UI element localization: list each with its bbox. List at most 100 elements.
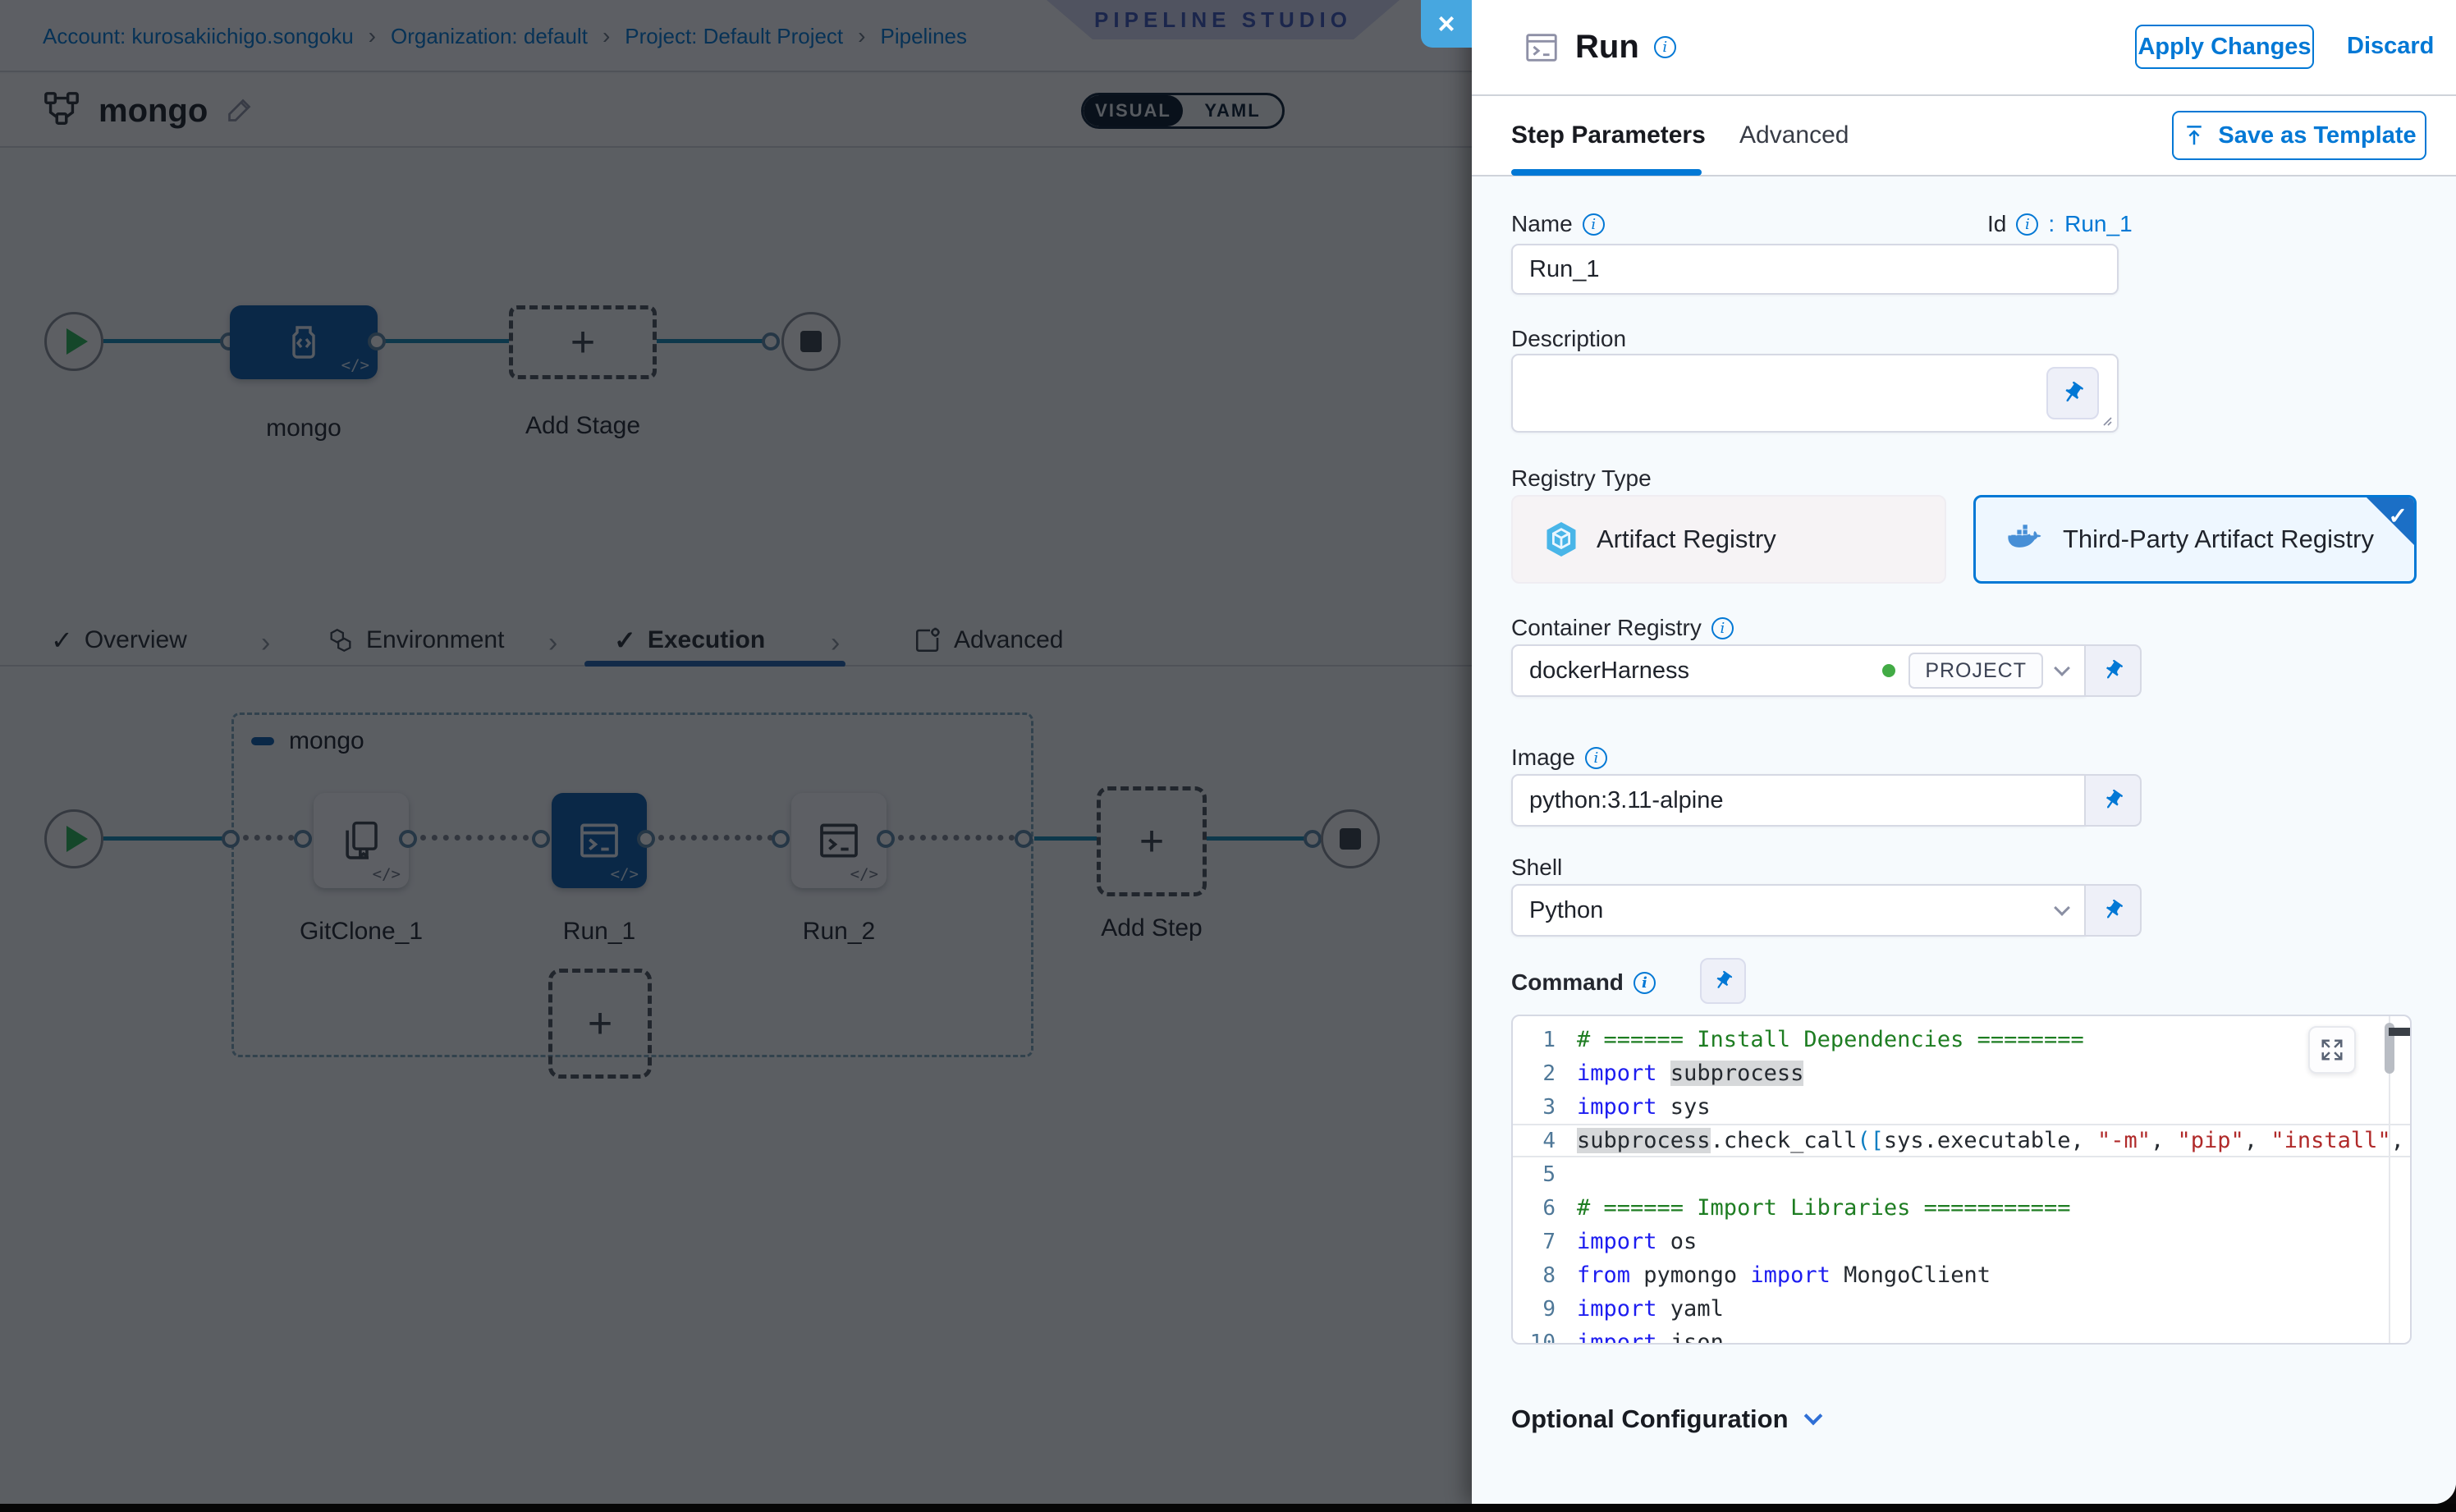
image-input[interactable]: python:3.11-alpine xyxy=(1511,774,2086,827)
line-number: 8 xyxy=(1513,1263,1577,1288)
command-label: Command i xyxy=(1511,969,1656,996)
code-line-7[interactable]: 7import os xyxy=(1513,1225,2410,1258)
screen-bottom-bar xyxy=(0,1504,2456,1512)
pin-icon xyxy=(2097,785,2129,817)
line-number: 4 xyxy=(1513,1129,1577,1153)
pin-input-type-button[interactable] xyxy=(1700,958,1746,1004)
scope-badge: PROJECT xyxy=(1908,653,2043,689)
code-line-2[interactable]: 2import subprocess xyxy=(1513,1056,2410,1090)
line-number: 9 xyxy=(1513,1297,1577,1322)
chevron-down-icon xyxy=(1803,1407,1822,1426)
code-line-8[interactable]: 8from pymongo import MongoClient xyxy=(1513,1258,2410,1292)
line-number: 6 xyxy=(1513,1196,1577,1221)
line-content: subprocess.check_call([sys.executable, "… xyxy=(1577,1128,2404,1153)
pin-input-type-button[interactable] xyxy=(2086,644,2142,697)
code-line-5[interactable]: 5 xyxy=(1513,1157,2410,1191)
step-config-drawer: × Run i Apply Changes Discard Step Param… xyxy=(1472,0,2456,1504)
line-content: import sys xyxy=(1577,1094,1711,1120)
info-icon[interactable]: i xyxy=(1711,617,1734,639)
connector-status-dot xyxy=(1882,664,1895,677)
registry-option-artifact[interactable]: Artifact Registry xyxy=(1511,495,1946,584)
code-line-6[interactable]: 6# ====== Import Libraries =========== xyxy=(1513,1191,2410,1225)
container-registry-field[interactable]: dockerHarness PROJECT xyxy=(1511,644,2086,697)
selected-check-icon: ✓ xyxy=(2389,502,2408,529)
close-drawer-button[interactable]: × xyxy=(1421,0,1472,48)
pipeline-editor-pane: Account: kurosakiichigo.songoku › Organi… xyxy=(0,0,1472,1504)
shell-value: Python xyxy=(1529,897,1603,924)
apply-changes-button[interactable]: Apply Changes xyxy=(2135,25,2314,69)
save-as-template-button[interactable]: Save as Template xyxy=(2172,111,2426,160)
discard-button[interactable]: Discard xyxy=(2347,33,2434,60)
line-number: 3 xyxy=(1513,1095,1577,1120)
info-icon[interactable]: i xyxy=(1654,36,1676,58)
id-display: Id i : Run_1 xyxy=(1987,211,2133,237)
code-lines: 1# ====== Install Dependencies ========2… xyxy=(1513,1016,2410,1345)
code-line-1[interactable]: 1# ====== Install Dependencies ======== xyxy=(1513,1023,2410,1056)
resize-handle[interactable] xyxy=(2099,413,2112,426)
pin-icon xyxy=(2097,895,2129,927)
save-template-icon xyxy=(2182,123,2206,148)
pin-input-type-button[interactable] xyxy=(2086,884,2142,937)
pin-icon xyxy=(1708,966,1738,996)
docker-icon xyxy=(2007,524,2045,555)
line-content: import yaml xyxy=(1577,1296,1724,1322)
drawer-tabs: Step Parameters Advanced Save as Templat… xyxy=(1472,96,2456,176)
code-line-4[interactable]: 4subprocess.check_call([sys.executable, … xyxy=(1513,1124,2410,1157)
line-content: import subprocess xyxy=(1577,1061,1803,1086)
section-label: Optional Configuration xyxy=(1511,1404,1789,1434)
line-number: 5 xyxy=(1513,1162,1577,1187)
pin-icon xyxy=(2097,655,2129,687)
card-label: Artifact Registry xyxy=(1597,525,1776,554)
code-line-9[interactable]: 9import yaml xyxy=(1513,1292,2410,1326)
line-number: 1 xyxy=(1513,1028,1577,1052)
command-code-editor[interactable]: 1# ====== Install Dependencies ========2… xyxy=(1511,1015,2412,1345)
optional-configuration-toggle[interactable]: Optional Configuration xyxy=(1511,1404,1820,1434)
info-icon[interactable]: i xyxy=(1583,213,1605,236)
chevron-down-icon[interactable] xyxy=(2054,660,2070,676)
modal-scrim[interactable] xyxy=(0,0,1472,1504)
button-label: Save as Template xyxy=(2218,122,2416,149)
info-icon[interactable]: i xyxy=(1585,747,1607,769)
line-content: # ====== Import Libraries =========== xyxy=(1577,1195,2070,1221)
info-icon[interactable]: i xyxy=(2016,213,2038,236)
line-content: import json xyxy=(1577,1330,1724,1345)
info-icon[interactable]: i xyxy=(1634,972,1656,994)
id-value: Run_1 xyxy=(2064,211,2133,237)
active-tab-underline xyxy=(1511,169,1702,176)
editor-scroll-corner xyxy=(2389,1028,2410,1036)
fullscreen-icon xyxy=(2320,1038,2344,1062)
line-number: 10 xyxy=(1513,1331,1577,1345)
pin-input-type-button[interactable] xyxy=(2046,367,2099,419)
expand-editor-button[interactable] xyxy=(2308,1026,2356,1074)
connector-name: dockerHarness xyxy=(1529,657,1689,685)
tab-advanced[interactable]: Advanced xyxy=(1739,96,1849,175)
line-content: import os xyxy=(1577,1229,1697,1254)
card-label: Third-Party Artifact Registry xyxy=(2063,525,2374,554)
step-parameters-panel: Name i Id i : Run_1 Run_1 Description R xyxy=(1472,176,2456,1504)
name-input[interactable]: Run_1 xyxy=(1511,244,2119,295)
pin-input-type-button[interactable] xyxy=(2086,774,2142,827)
description-textarea[interactable] xyxy=(1511,354,2119,433)
chevron-down-icon xyxy=(2054,900,2070,916)
line-number: 7 xyxy=(1513,1230,1577,1254)
registry-type-label: Registry Type xyxy=(1511,465,1652,492)
pin-icon xyxy=(2055,376,2090,410)
name-label: Name i xyxy=(1511,211,1605,237)
drawer-title: Run xyxy=(1575,29,1639,66)
drawer-header: Run i Apply Changes Discard xyxy=(1472,0,2456,96)
code-line-10[interactable]: 10import json xyxy=(1513,1326,2410,1345)
shell-label: Shell xyxy=(1511,855,1562,881)
line-content: # ====== Install Dependencies ======== xyxy=(1577,1027,2084,1052)
line-content: from pymongo import MongoClient xyxy=(1577,1262,1991,1288)
registry-option-third-party[interactable]: Third-Party Artifact Registry ✓ xyxy=(1973,495,2417,584)
artifact-registry-icon xyxy=(1544,520,1579,558)
code-line-3[interactable]: 3import sys xyxy=(1513,1090,2410,1124)
tab-step-parameters[interactable]: Step Parameters xyxy=(1511,96,1706,175)
pipeline-studio-page: Account: kurosakiichigo.songoku › Organi… xyxy=(0,0,2456,1512)
container-registry-label: Container Registry i xyxy=(1511,615,1734,641)
image-label: Image i xyxy=(1511,745,1607,771)
terminal-icon xyxy=(1523,29,1560,66)
line-number: 2 xyxy=(1513,1061,1577,1086)
description-label: Description xyxy=(1511,326,1626,352)
shell-select[interactable]: Python xyxy=(1511,884,2086,937)
